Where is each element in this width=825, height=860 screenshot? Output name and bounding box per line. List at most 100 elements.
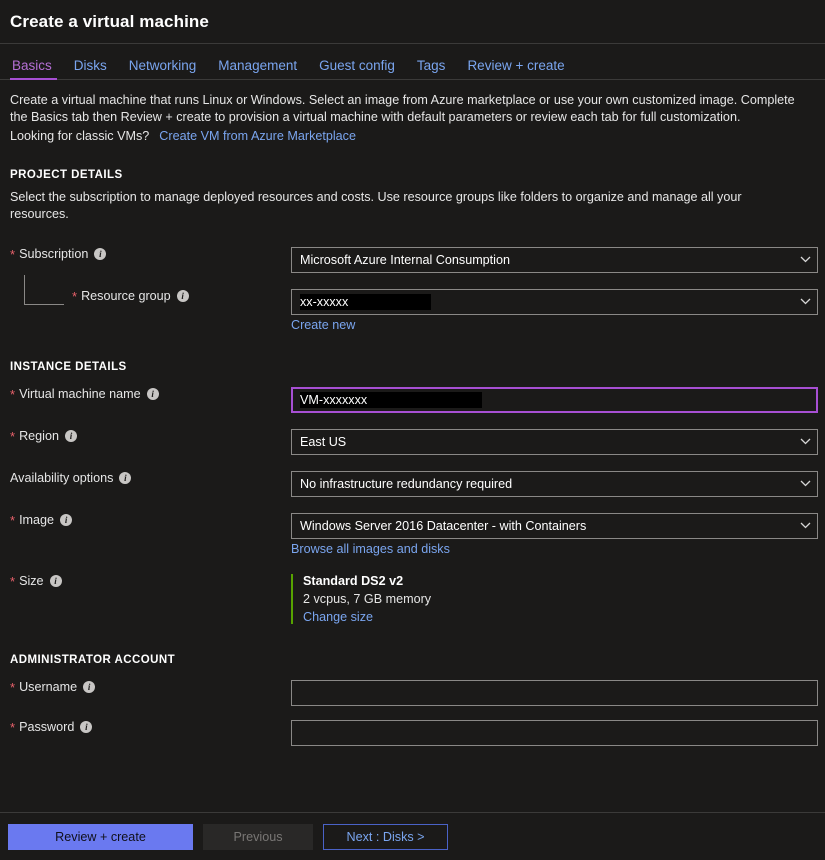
password-field bbox=[291, 720, 818, 746]
required-indicator: * bbox=[10, 388, 15, 401]
info-icon[interactable]: i bbox=[65, 430, 77, 442]
tab-management[interactable]: Management bbox=[207, 59, 308, 80]
size-specs: 2 vcpus, 7 GB memory bbox=[303, 592, 815, 606]
image-row: * Image i Windows Server 2016 Datacenter… bbox=[10, 513, 815, 556]
subscription-label-wrap: * Subscription i bbox=[10, 247, 291, 261]
size-row: * Size i Standard DS2 v2 2 vcpus, 7 GB m… bbox=[10, 574, 815, 624]
resource-group-value: xx-xxxxx bbox=[300, 294, 431, 310]
image-label: Image bbox=[19, 513, 54, 527]
project-details-description: Select the subscription to manage deploy… bbox=[10, 189, 800, 223]
availability-options-label: Availability options bbox=[10, 471, 113, 485]
browse-images-link[interactable]: Browse all images and disks bbox=[291, 542, 818, 556]
administrator-account-heading: ADMINISTRATOR ACCOUNT bbox=[10, 654, 815, 666]
required-indicator: * bbox=[10, 681, 15, 694]
info-icon[interactable]: i bbox=[147, 388, 159, 400]
password-label-wrap: * Password i bbox=[10, 720, 291, 734]
image-field: Windows Server 2016 Datacenter - with Co… bbox=[291, 513, 818, 556]
chevron-down-icon bbox=[800, 438, 809, 447]
region-select[interactable]: East US bbox=[291, 429, 818, 455]
tab-tags[interactable]: Tags bbox=[406, 59, 457, 80]
info-icon[interactable]: i bbox=[119, 472, 131, 484]
instance-details-heading: INSTANCE DETAILS bbox=[10, 361, 815, 373]
region-field: East US bbox=[291, 429, 818, 455]
vm-name-field: VM-xxxxxxx ✓ bbox=[291, 387, 818, 413]
info-icon[interactable]: i bbox=[94, 248, 106, 260]
intro-description: Create a virtual machine that runs Linux… bbox=[10, 92, 800, 126]
tab-guest-config[interactable]: Guest config bbox=[308, 59, 406, 80]
info-icon[interactable]: i bbox=[80, 721, 92, 733]
chevron-down-icon bbox=[800, 522, 809, 531]
next-disks-button[interactable]: Next : Disks > bbox=[323, 824, 448, 850]
tab-disks[interactable]: Disks bbox=[63, 59, 118, 80]
password-input[interactable] bbox=[291, 720, 818, 746]
vm-name-input[interactable]: VM-xxxxxxx bbox=[291, 387, 818, 413]
required-indicator: * bbox=[10, 430, 15, 443]
subscription-value: Microsoft Azure Internal Consumption bbox=[300, 253, 510, 267]
size-name: Standard DS2 v2 bbox=[303, 574, 815, 588]
subscription-select[interactable]: Microsoft Azure Internal Consumption bbox=[291, 247, 818, 273]
vm-name-value: VM-xxxxxxx bbox=[300, 392, 482, 408]
tab-networking[interactable]: Networking bbox=[118, 59, 208, 80]
availability-options-value: No infrastructure redundancy required bbox=[300, 477, 512, 491]
subscription-row: * Subscription i Microsoft Azure Interna… bbox=[10, 247, 815, 273]
username-label-wrap: * Username i bbox=[10, 680, 291, 694]
wizard-tabs: Basics Disks Networking Management Guest… bbox=[0, 44, 825, 80]
info-icon[interactable]: i bbox=[60, 514, 72, 526]
size-label: Size bbox=[19, 574, 44, 588]
size-label-wrap: * Size i bbox=[10, 574, 291, 588]
classic-vm-row: Looking for classic VMs? Create VM from A… bbox=[10, 129, 815, 143]
availability-options-select[interactable]: No infrastructure redundancy required bbox=[291, 471, 818, 497]
required-indicator: * bbox=[10, 575, 15, 588]
page-title: Create a virtual machine bbox=[10, 12, 209, 32]
region-label: Region bbox=[19, 429, 59, 443]
intro-text: Create a virtual machine that runs Linux… bbox=[10, 92, 800, 126]
vm-name-label-wrap: * Virtual machine name i bbox=[10, 387, 291, 401]
classic-vm-prompt: Looking for classic VMs? bbox=[10, 129, 149, 143]
username-field bbox=[291, 680, 818, 706]
size-field: Standard DS2 v2 2 vcpus, 7 GB memory Cha… bbox=[291, 574, 815, 624]
resource-group-field: xx-xxxxx Create new bbox=[291, 289, 818, 332]
subscription-label: Subscription bbox=[19, 247, 88, 261]
create-vm-marketplace-link[interactable]: Create VM from Azure Marketplace bbox=[159, 129, 356, 143]
resource-group-label-wrap: * Resource group i bbox=[10, 289, 291, 303]
info-icon[interactable]: i bbox=[177, 290, 189, 302]
resource-group-row: * Resource group i xx-xxxxx Create new bbox=[10, 289, 815, 332]
blade-title-bar: Create a virtual machine bbox=[0, 0, 825, 44]
vm-name-row: * Virtual machine name i VM-xxxxxxx ✓ bbox=[10, 387, 815, 413]
username-input[interactable] bbox=[291, 680, 818, 706]
availability-options-field: No infrastructure redundancy required bbox=[291, 471, 818, 497]
tab-review-create[interactable]: Review + create bbox=[456, 59, 575, 80]
image-value: Windows Server 2016 Datacenter - with Co… bbox=[300, 519, 586, 533]
password-label: Password bbox=[19, 720, 74, 734]
username-row: * Username i bbox=[10, 680, 815, 706]
chevron-down-icon bbox=[800, 256, 809, 265]
required-indicator: * bbox=[10, 514, 15, 527]
required-indicator: * bbox=[10, 248, 15, 261]
resource-group-label: Resource group bbox=[81, 289, 171, 303]
required-indicator: * bbox=[72, 290, 77, 303]
availability-options-label-wrap: Availability options i bbox=[10, 471, 291, 485]
chevron-down-icon bbox=[800, 480, 809, 489]
image-label-wrap: * Image i bbox=[10, 513, 291, 527]
project-details-heading: PROJECT DETAILS bbox=[10, 169, 815, 181]
username-label: Username bbox=[19, 680, 77, 694]
tree-connector bbox=[24, 275, 64, 305]
blade-content: Create a virtual machine that runs Linux… bbox=[0, 80, 825, 746]
review-create-button[interactable]: Review + create bbox=[8, 824, 193, 850]
image-select[interactable]: Windows Server 2016 Datacenter - with Co… bbox=[291, 513, 818, 539]
size-summary: Standard DS2 v2 2 vcpus, 7 GB memory Cha… bbox=[291, 574, 815, 624]
change-size-link[interactable]: Change size bbox=[303, 610, 815, 624]
info-icon[interactable]: i bbox=[83, 681, 95, 693]
region-label-wrap: * Region i bbox=[10, 429, 291, 443]
resource-group-select[interactable]: xx-xxxxx bbox=[291, 289, 818, 315]
password-row: * Password i bbox=[10, 720, 815, 746]
chevron-down-icon bbox=[800, 298, 809, 307]
tab-basics[interactable]: Basics bbox=[10, 59, 63, 80]
info-icon[interactable]: i bbox=[50, 575, 62, 587]
availability-options-row: Availability options i No infrastructure… bbox=[10, 471, 815, 497]
create-new-resource-group-link[interactable]: Create new bbox=[291, 318, 818, 332]
required-indicator: * bbox=[10, 721, 15, 734]
previous-button: Previous bbox=[203, 824, 313, 850]
subscription-field: Microsoft Azure Internal Consumption bbox=[291, 247, 818, 273]
region-value: East US bbox=[300, 435, 346, 449]
